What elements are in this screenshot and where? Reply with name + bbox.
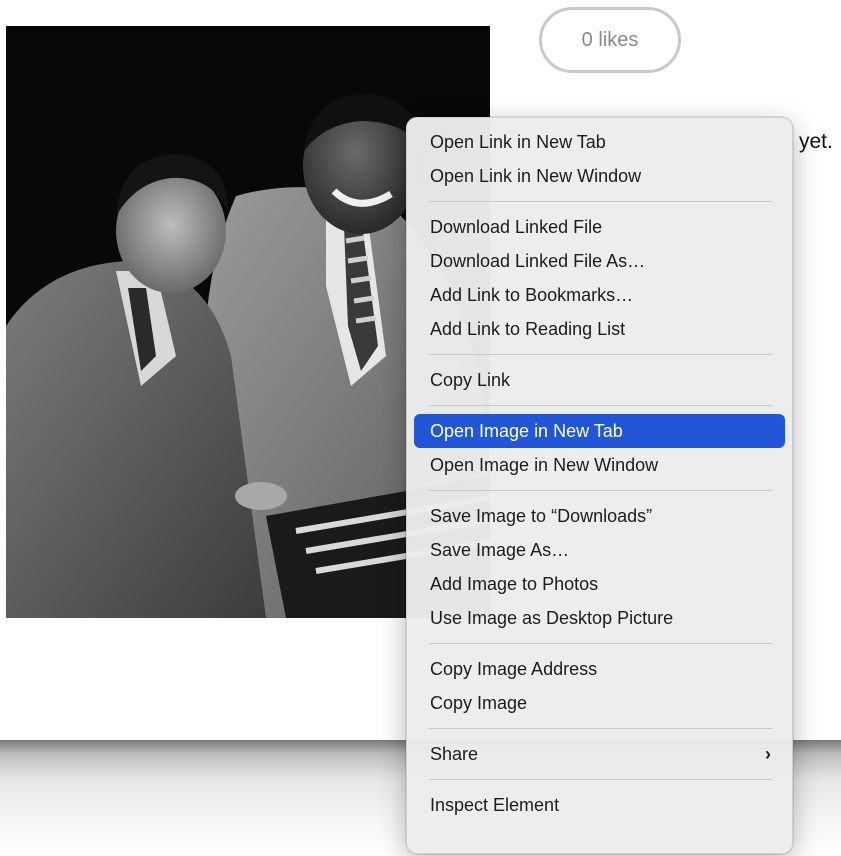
menu-separator [429,643,772,644]
menu-separator [429,201,772,202]
menu-separator [429,779,772,780]
menu-item-use-image-as-desktop-picture[interactable]: Use Image as Desktop Picture [414,601,785,635]
menu-item-share[interactable]: Share › [414,737,785,771]
likes-button[interactable]: 0 likes [539,7,681,73]
menu-separator [429,728,772,729]
menu-item-open-link-new-tab[interactable]: Open Link in New Tab [414,125,785,159]
chevron-right-icon: › [765,744,771,764]
menu-item-open-image-new-window[interactable]: Open Image in New Window [414,448,785,482]
menu-item-add-image-to-photos[interactable]: Add Image to Photos [414,567,785,601]
context-menu: Open Link in New Tab Open Link in New Wi… [406,117,793,854]
menu-item-save-image-as[interactable]: Save Image As… [414,533,785,567]
menu-item-inspect-element[interactable]: Inspect Element [414,788,785,822]
menu-separator [429,354,772,355]
menu-separator [429,405,772,406]
likes-label: 0 likes [581,28,639,51]
menu-item-share-label: Share [430,744,479,764]
menu-item-copy-image[interactable]: Copy Image [414,686,785,720]
menu-item-download-linked-file-as[interactable]: Download Linked File As… [414,244,785,278]
comment-text: yet. [799,130,833,153]
menu-item-save-image-to-downloads[interactable]: Save Image to “Downloads” [414,499,785,533]
menu-item-download-linked-file[interactable]: Download Linked File [414,210,785,244]
menu-separator [429,490,772,491]
menu-item-add-link-to-bookmarks[interactable]: Add Link to Bookmarks… [414,278,785,312]
menu-item-open-link-new-window[interactable]: Open Link in New Window [414,159,785,193]
menu-item-add-link-to-reading-list[interactable]: Add Link to Reading List [414,312,785,346]
menu-item-copy-link[interactable]: Copy Link [414,363,785,397]
menu-item-open-image-new-tab[interactable]: Open Image in New Tab [414,414,785,448]
menu-item-copy-image-address[interactable]: Copy Image Address [414,652,785,686]
